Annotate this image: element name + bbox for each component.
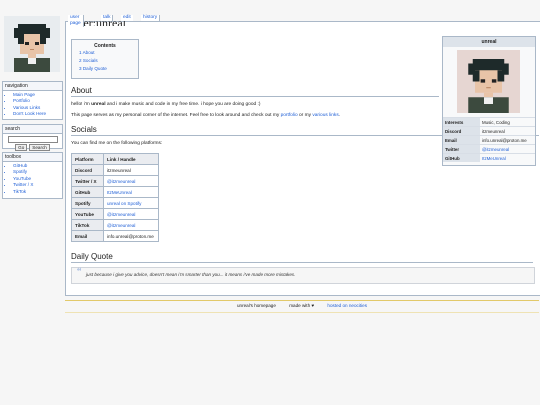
footer-divider-bottom <box>65 312 539 313</box>
handle-spotify-link[interactable]: unreal on Spotify <box>103 197 159 209</box>
handle-twitter-link[interactable]: @itzmeunreal <box>103 175 159 187</box>
toolbox-link-tiktok[interactable]: TikTok <box>13 189 62 195</box>
about-heading: About <box>71 86 92 95</box>
infobox-row: Email info.unreal@proton.me <box>443 135 535 145</box>
various-links-link[interactable]: various links <box>312 113 338 118</box>
about-line-1: hello! i'm unreal and i make music and c… <box>71 102 261 107</box>
footer-made-with: made with ♥ <box>289 303 315 308</box>
infobox-row: Twitter @itzmeunreal <box>443 144 535 154</box>
profile-infobox: unreal Interests Music, Coding Discord itz… <box>442 36 536 166</box>
handle-tiktok-link[interactable]: @itzmeunreal <box>103 219 159 231</box>
footer-divider <box>65 300 539 301</box>
infobox-table: Interests Music, Coding Discord itzmeunrea… <box>443 117 535 162</box>
table-row: Email info.unreal@proton.me <box>71 230 159 242</box>
site-logo-avatar[interactable] <box>4 16 60 72</box>
infobox-twitter-link[interactable]: @itzmeunreal <box>480 144 535 154</box>
socials-intro: You can find me on the following platfor… <box>71 141 163 146</box>
handle-github-link[interactable]: ItzMeUnreal <box>103 186 159 198</box>
content-area: Contents 1 About 2 Socials 3 Daily Quote… <box>65 21 540 296</box>
handle-youtube-link[interactable]: @itzmeunreal <box>103 208 159 220</box>
col-header-platform: Platform <box>71 153 104 165</box>
toolbox-heading: toolbox <box>3 153 62 162</box>
about-line-2: This page serves as my personal corner o… <box>71 113 341 118</box>
table-row: Discord itzmeunreal <box>71 164 159 176</box>
table-row: GitHub ItzMeUnreal <box>71 186 159 198</box>
search-input[interactable] <box>7 136 58 143</box>
quote-mark-icon: “ <box>77 267 82 278</box>
tab-edit[interactable]: edit <box>121 15 133 21</box>
infobox-github-link[interactable]: ItzMeUnreal <box>480 153 535 162</box>
about-divider <box>71 96 439 97</box>
toc-item-socials[interactable]: 2 Socials <box>72 57 138 65</box>
socials-heading: Socials <box>71 125 97 134</box>
col-header-handle: Link / Handle <box>103 153 159 165</box>
quote-divider <box>71 262 533 263</box>
infobox-row: Interests Music, Coding <box>443 117 535 127</box>
table-row: YouTube @itzmeunreal <box>71 208 159 220</box>
infobox-title: unreal <box>443 37 535 47</box>
portfolio-link[interactable]: portfolio <box>281 113 298 118</box>
tab-user-page[interactable]: user page <box>68 15 84 27</box>
infobox-row: GitHub ItzMeUnreal <box>443 153 535 162</box>
table-row: Twitter / X @itzmeunreal <box>71 175 159 187</box>
go-button[interactable]: Go <box>15 144 28 151</box>
toolbox-portal: toolbox GitHub Spotify YouTube Twitter /… <box>2 152 63 199</box>
navigation-heading: navigation <box>3 82 62 91</box>
handle-discord: itzmeunreal <box>103 164 159 176</box>
handle-email: info.unreal@proton.me <box>103 230 159 242</box>
tab-history[interactable]: history <box>141 15 161 21</box>
navigation-portal: navigation Main Page Portfolio Various L… <box>2 81 63 120</box>
toc-item-about[interactable]: 1 About <box>72 49 138 57</box>
nav-link-dont-look-here[interactable]: Don't Look Here <box>13 111 62 117</box>
table-row: TikTok @itzmeunreal <box>71 219 159 231</box>
search-heading: search <box>3 125 62 134</box>
socials-table-header: Platform Link / Handle <box>71 153 159 165</box>
tab-talk[interactable]: talk <box>101 15 114 21</box>
toc-item-daily-quote[interactable]: 3 Daily Quote <box>72 65 138 73</box>
footer-homepage: unreal's homepage <box>236 303 276 308</box>
footer: unreal's homepage made with ♥ hosted on … <box>65 302 539 309</box>
table-of-contents: Contents 1 About 2 Socials 3 Daily Quote <box>71 39 139 79</box>
daily-quote-heading: Daily Quote <box>71 252 113 261</box>
quote-text: just because i give you advice, doesn't … <box>86 272 296 277</box>
daily-quote-box: “ just because i give you advice, doesn'… <box>71 267 535 284</box>
infobox-avatar <box>457 50 520 113</box>
footer-hosted-link[interactable]: hosted on neocities <box>327 303 367 308</box>
search-portal: search Go Search <box>2 124 63 151</box>
infobox-row: Discord itzmeunreal <box>443 126 535 136</box>
search-button[interactable]: Search <box>29 144 50 151</box>
table-row: Spotify unreal on Spotify <box>71 197 159 209</box>
about-name: unreal <box>91 102 106 107</box>
socials-table: Platform Link / Handle Discord itzmeunrea… <box>71 153 159 242</box>
